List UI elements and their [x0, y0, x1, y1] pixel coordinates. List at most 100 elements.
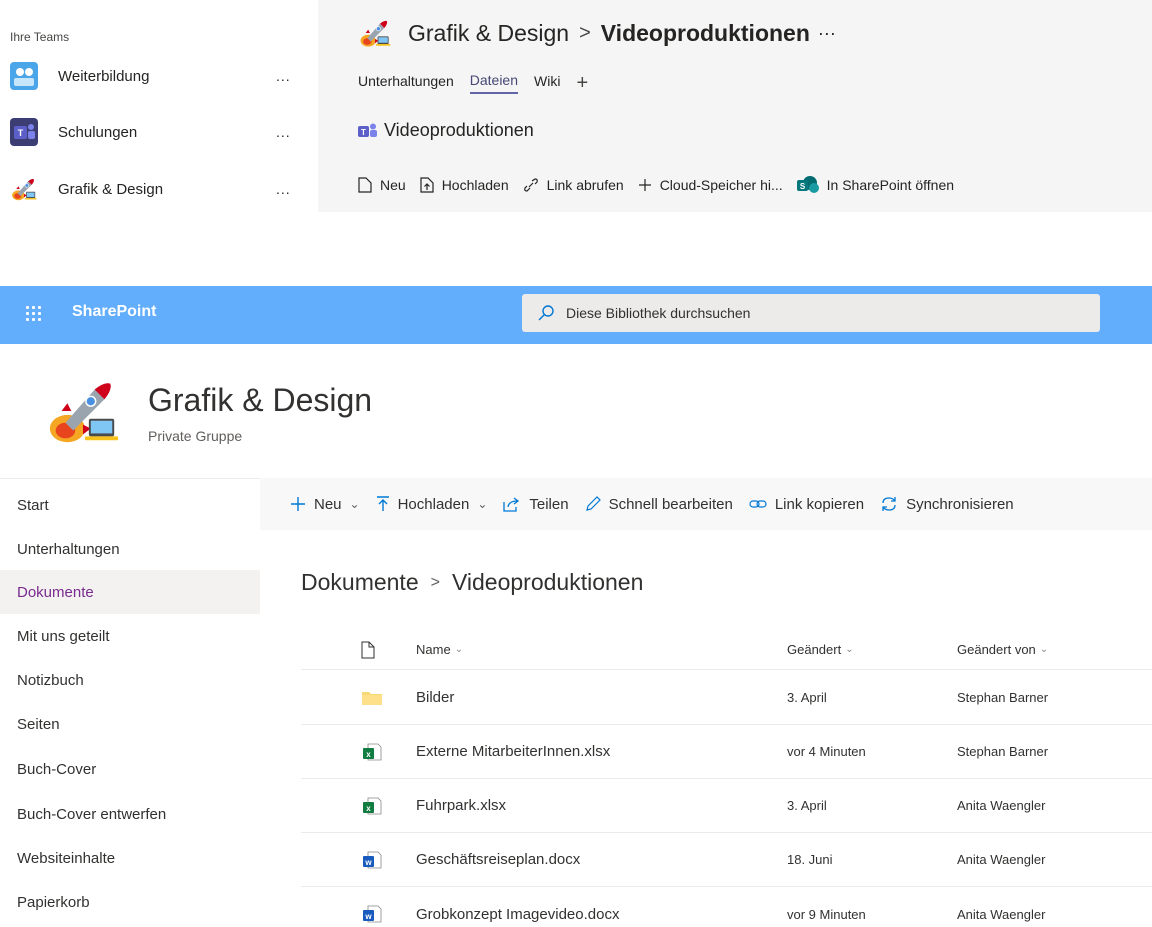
svg-text:x: x [366, 750, 371, 759]
column-name-label: Name [416, 642, 451, 657]
search-icon [538, 305, 554, 321]
svg-text:T: T [18, 128, 24, 138]
table-row[interactable]: w Grobkonzept Imagevideo.docx vor 9 Minu… [301, 887, 1152, 927]
add-tab-button[interactable]: + [576, 73, 588, 93]
copy-link-button[interactable]: Link kopieren [749, 496, 864, 513]
tab-wiki[interactable]: Wiki [534, 73, 560, 93]
pencil-icon [585, 496, 601, 511]
new-label: Neu [314, 495, 342, 513]
copy-link-label: Link kopieren [774, 495, 865, 513]
file-modified: 3. April [787, 798, 827, 813]
channel-tabs: Unterhaltungen Dateien Wiki + [358, 72, 588, 94]
new-button[interactable]: Neu [358, 177, 406, 193]
file-name[interactable]: Grobkonzept Imagevideo.docx [416, 887, 619, 927]
file-icon-cell: x [361, 725, 383, 778]
file-name[interactable]: Bilder [416, 671, 454, 724]
excel-icon: x [363, 797, 382, 814]
channel-title: Grafik & Design > Videoproduktionen ··· [358, 16, 836, 50]
file-name[interactable]: Externe MitarbeiterInnen.xlsx [416, 725, 610, 778]
nav-item-papierkorb[interactable]: Papierkorb [0, 880, 260, 924]
column-modified-label: Geändert [787, 642, 842, 657]
table-row[interactable]: w Geschäftsreiseplan.docx 18. Juni Anita… [301, 833, 1152, 887]
open-in-sharepoint-button[interactable]: S In SharePoint öffnen [796, 176, 954, 194]
upload-label: Hochladen [397, 495, 470, 513]
upload-button[interactable]: Hochladen [420, 177, 509, 193]
chevron-down-icon: ⌄ [845, 644, 854, 655]
upload-icon [376, 496, 389, 511]
chevron-down-icon: ⌄ [477, 497, 488, 511]
nav-item-notizbuch[interactable]: Notizbuch [0, 658, 260, 702]
new-label: Neu [380, 177, 406, 193]
file-name[interactable]: Fuhrpark.xlsx [416, 779, 506, 832]
column-header-modified[interactable]: Geändert ⌄ [787, 630, 854, 669]
file-modified: 18. Juni [787, 852, 833, 867]
rocket-icon [358, 16, 392, 50]
upload-icon [420, 177, 434, 193]
nav-item-unterhaltungen[interactable]: Unterhaltungen [0, 527, 260, 571]
quick-edit-label: Schnell bearbeiten [608, 495, 733, 513]
excel-icon: x [363, 743, 382, 760]
channel-more-button[interactable]: ··· [818, 23, 836, 44]
team-item-schulungen[interactable]: T Schulungen ... [0, 112, 318, 152]
quick-edit-button[interactable]: Schnell bearbeiten [585, 496, 733, 513]
file-type-header[interactable] [361, 630, 375, 669]
team-item-weiterbildung[interactable]: Weiterbildung ... [0, 56, 318, 96]
breadcrumb-root[interactable]: Dokumente [301, 569, 419, 596]
nav-item-start[interactable]: Start [0, 483, 260, 527]
team-more-button[interactable]: ... [276, 181, 291, 197]
app-launcher-icon[interactable] [26, 306, 42, 322]
nav-item-mit-uns-geteilt[interactable]: Mit uns geteilt [0, 614, 260, 658]
team-more-button[interactable]: ... [276, 124, 291, 140]
table-row[interactable]: Bilder 3. April Stephan Barner [301, 671, 1152, 725]
file-modified-by: Anita Waengler [957, 852, 1046, 867]
file-modified-by: Anita Waengler [957, 798, 1046, 813]
nav-item-buch-cover[interactable]: Buch-Cover [0, 747, 260, 791]
files-header: T Videoproduktionen [358, 120, 534, 141]
get-link-label: Link abrufen [546, 177, 624, 193]
column-header-modified-by[interactable]: Geändert von ⌄ [957, 630, 1048, 669]
new-button[interactable]: Neu ⌄ [290, 496, 360, 513]
site-title[interactable]: Grafik & Design [148, 382, 372, 419]
link-icon [523, 178, 538, 192]
cloud-storage-button[interactable]: Cloud-Speicher hi... [638, 177, 783, 193]
search-box[interactable] [522, 294, 1100, 332]
site-logo[interactable] [44, 372, 122, 450]
file-name[interactable]: Geschäftsreiseplan.docx [416, 833, 580, 886]
nav-item-buch-cover-entwerfen[interactable]: Buch-Cover entwerfen [0, 792, 260, 836]
chevron-down-icon: ⌄ [1039, 644, 1049, 655]
tab-unterhaltungen[interactable]: Unterhaltungen [358, 73, 454, 93]
get-link-button[interactable]: Link abrufen [523, 177, 624, 193]
file-icon-cell: x [361, 779, 383, 832]
chevron-down-icon: ⌄ [454, 644, 464, 655]
sharepoint-app-name[interactable]: SharePoint [72, 303, 156, 321]
share-icon [503, 497, 520, 512]
share-button[interactable]: Teilen [503, 496, 569, 513]
file-modified-by: Stephan Barner [957, 690, 1049, 705]
file-icon-cell: w [361, 833, 383, 886]
site-subtitle: Private Gruppe [148, 428, 243, 444]
library-commandbar: Neu ⌄ Hochladen ⌄ Teilen Schnell bearbei… [260, 478, 1152, 530]
search-input[interactable] [566, 305, 1046, 321]
suite-bar: SharePoint [0, 286, 1152, 344]
table-row[interactable]: x Fuhrpark.xlsx 3. April Anita Waengler [301, 779, 1152, 833]
cloud-storage-label: Cloud-Speicher hi... [659, 177, 783, 193]
breadcrumb: Dokumente > Videoproduktionen [301, 569, 643, 596]
svg-text:S: S [799, 182, 805, 191]
column-header-name[interactable]: Name ⌄ [416, 630, 463, 669]
chevron-down-icon: ⌄ [349, 497, 360, 511]
upload-button[interactable]: Hochladen ⌄ [376, 495, 488, 513]
teams-sidebar: Ihre Teams Weiterbildung ... T Schulunge… [0, 0, 318, 212]
table-row[interactable]: x Externe MitarbeiterInnen.xlsx vor 4 Mi… [301, 725, 1152, 779]
nav-item-dokumente[interactable]: Dokumente [0, 570, 260, 614]
channel-team-name[interactable]: Grafik & Design [408, 20, 569, 47]
team-more-button[interactable]: ... [276, 68, 291, 84]
sync-button[interactable]: Synchronisieren [880, 496, 1014, 513]
file-modified: 3. April [787, 690, 827, 705]
plus-icon [638, 179, 651, 191]
rocket-icon [10, 175, 38, 203]
nav-item-seiten[interactable]: Seiten [0, 702, 260, 746]
tab-dateien[interactable]: Dateien [469, 72, 519, 94]
new-document-icon [358, 177, 372, 193]
team-item-grafik-design[interactable]: Grafik & Design ... [0, 169, 318, 209]
nav-item-websiteinhalte[interactable]: Websiteinhalte [0, 836, 260, 880]
